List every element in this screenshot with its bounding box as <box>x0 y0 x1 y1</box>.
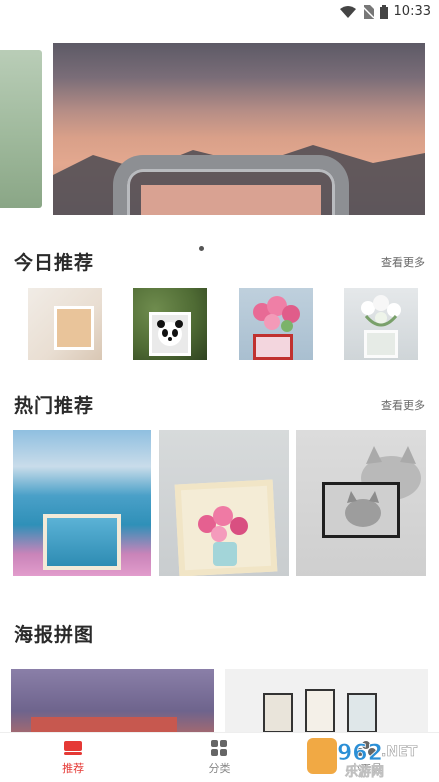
svg-text:乐游网: 乐游网 <box>345 764 384 778</box>
poster-list <box>11 669 428 739</box>
poster-section-header: 海报拼图 <box>14 620 425 647</box>
banner-slide-previous[interactable] <box>0 50 42 208</box>
hot-more-link[interactable]: 查看更多 <box>381 397 425 413</box>
hot-section-header: 热门推荐 查看更多 <box>14 391 425 418</box>
svg-text:962: 962 <box>337 741 383 766</box>
nav-item-recommend[interactable]: 推荐 <box>0 733 146 782</box>
hot-item-rose-vase[interactable] <box>158 430 289 576</box>
rose-bouquet-graphic <box>252 296 300 332</box>
white-flowers-graphic <box>360 295 401 327</box>
today-section-header: 今日推荐 查看更多 <box>14 248 425 275</box>
today-item-cat[interactable] <box>28 288 102 360</box>
camera-frame-screen <box>141 185 321 215</box>
gallery-frame <box>263 693 293 733</box>
gallery-frame <box>347 693 377 733</box>
wifi-icon <box>339 5 356 18</box>
nav-label-category: 分类 <box>208 761 231 775</box>
camera-viewfinder-frame <box>322 482 400 538</box>
recommend-icon <box>64 740 83 755</box>
gallery-frame <box>305 689 335 733</box>
hot-item-cat-camera[interactable] <box>296 430 426 576</box>
site-logo-graphic: 962 .NET 乐游网 <box>307 738 418 780</box>
category-grid-icon <box>211 739 228 756</box>
today-more-link[interactable]: 查看更多 <box>381 254 425 270</box>
today-item-panda[interactable] <box>133 288 208 360</box>
today-item-roses[interactable] <box>238 288 313 360</box>
nav-label-recommend: 推荐 <box>62 761 85 775</box>
poster-item-gallery-wall[interactable] <box>225 669 428 739</box>
hot-item-lake[interactable] <box>13 430 151 576</box>
rose-photo-frame <box>252 334 293 360</box>
no-sim-icon <box>361 4 374 19</box>
poster-item-sunset[interactable] <box>11 669 214 739</box>
cat-photo-frame <box>54 306 94 350</box>
hot-list <box>13 430 426 576</box>
status-time: 10:33 <box>393 4 431 19</box>
poster-section-title: 海报拼图 <box>14 624 95 646</box>
nav-item-category[interactable]: 分类 <box>146 733 292 782</box>
banner-carousel[interactable] <box>0 40 439 251</box>
panda-icon <box>157 320 184 346</box>
lake-photo-frame <box>43 514 121 570</box>
watermark-logo: 962 .NET 乐游网 <box>307 736 433 780</box>
cat-photo-graphic <box>345 491 381 527</box>
svg-text:.NET: .NET <box>381 744 418 760</box>
battery-icon <box>379 4 388 19</box>
today-section-title: 今日推荐 <box>14 252 95 274</box>
rose-vase-graphic <box>197 506 248 566</box>
status-bar: 10:33 <box>0 0 439 26</box>
today-list <box>28 288 418 360</box>
flowers-photo-frame <box>363 330 398 358</box>
today-item-white-flowers[interactable] <box>343 288 418 360</box>
hot-section-title: 热门推荐 <box>14 395 95 417</box>
banner-slide-current[interactable] <box>53 43 425 215</box>
